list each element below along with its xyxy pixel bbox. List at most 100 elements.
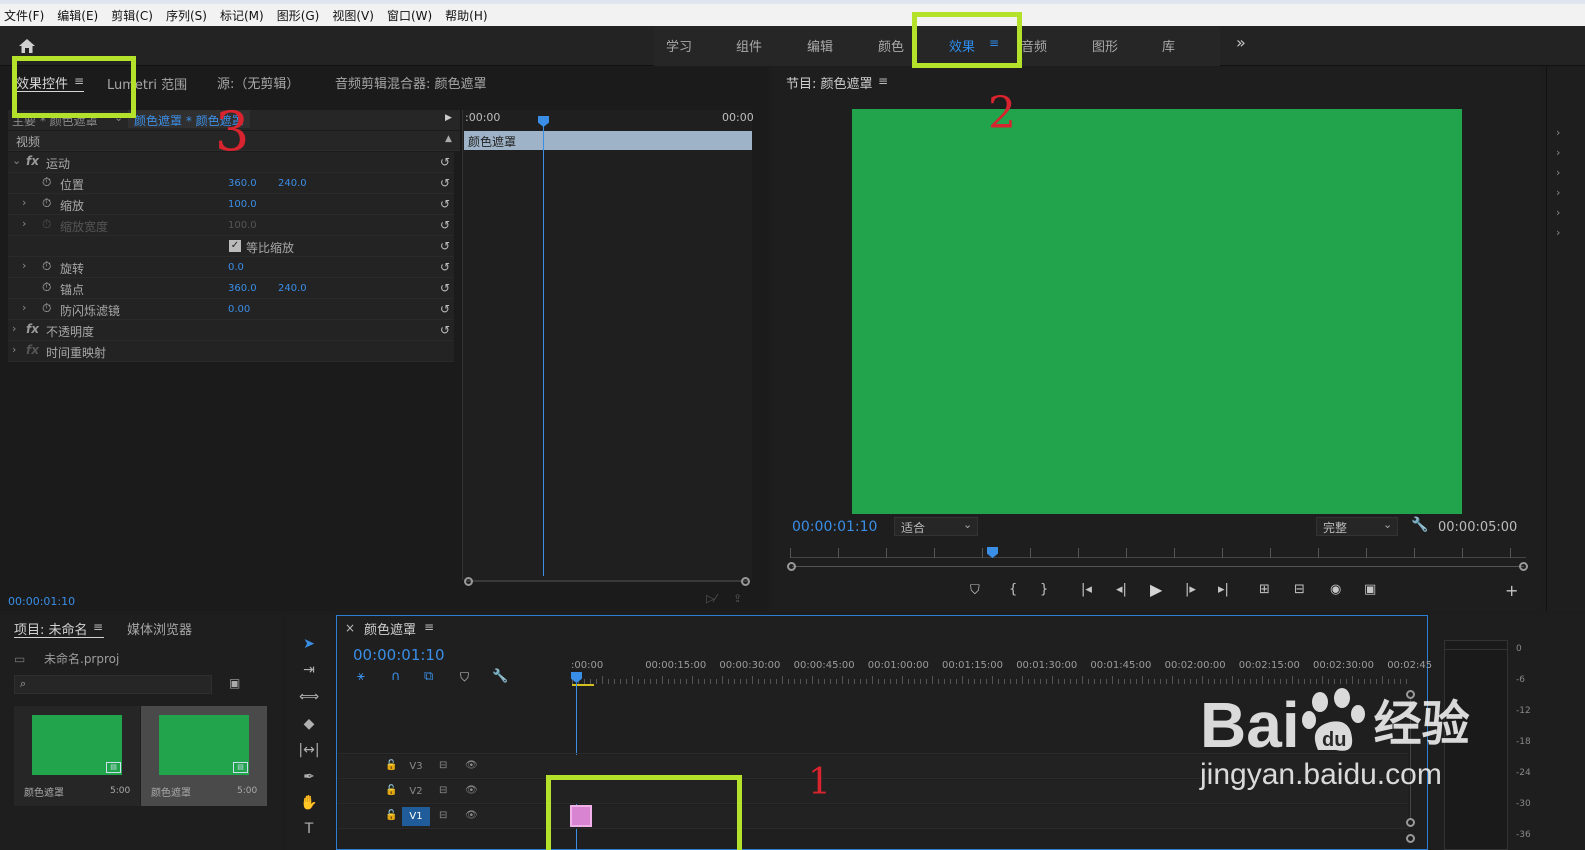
tab-workspace[interactable]: 颜色 (878, 36, 904, 55)
tab-workspace[interactable]: 图形 (1092, 36, 1118, 55)
menu-item[interactable]: 窗口(W) (387, 7, 432, 24)
stopwatch-icon[interactable]: ⏱ (42, 259, 51, 274)
reset-icon[interactable]: ↺ (440, 176, 450, 190)
effect-property-row[interactable]: › fx 不透明度 ↺ (8, 320, 454, 341)
tab-workspace[interactable]: 组件 (736, 36, 762, 55)
step-back-icon[interactable]: ◂| (1116, 582, 1127, 597)
property-value[interactable]: 360.0 (228, 283, 257, 294)
menu-item[interactable]: 帮助(H) (445, 7, 487, 24)
chevron-right-icon[interactable]: › (22, 259, 26, 272)
program-timecode[interactable]: 00:00:01:10 (792, 519, 877, 535)
tab-source[interactable]: 源:（无剪辑） (217, 73, 299, 92)
sync-lock-icon[interactable]: ⊟ (439, 785, 447, 796)
timeline-timecode[interactable]: 00:00:01:10 (353, 646, 445, 664)
collapse-icon[interactable]: ▲ (445, 134, 452, 144)
chevron-right-icon[interactable]: › (1556, 166, 1560, 179)
add-button-icon[interactable]: + (1505, 581, 1518, 600)
video-track[interactable]: 🔓 V1 ⊟ 👁 (338, 805, 1408, 829)
stopwatch-icon[interactable]: ⏱ (42, 301, 51, 316)
zoom-handle-left[interactable] (464, 577, 473, 586)
wrench-icon[interactable]: 🔧 (492, 669, 508, 684)
lock-icon[interactable]: 🔓 (385, 785, 397, 796)
sync-lock-icon[interactable]: ⊟ (439, 760, 447, 771)
menu-item[interactable]: 序列(S) (166, 7, 207, 24)
program-title[interactable]: 节目: 颜色遮罩 (786, 73, 873, 92)
effect-property-row[interactable]: ⏱ 锚点 360.0 240.0 ↺ (8, 278, 454, 299)
project-search-input[interactable]: ⌕ (14, 675, 212, 694)
property-value-2[interactable]: 240.0 (278, 283, 307, 294)
tab-workspace[interactable]: 编辑 (807, 36, 833, 55)
tab-audio-mixer[interactable]: 音频剪辑混合器: 颜色遮罩 (335, 73, 487, 92)
chevron-down-icon[interactable]: ⌄ (12, 154, 21, 167)
extract-icon[interactable]: ⊟ (1294, 582, 1305, 597)
linked-selection-icon[interactable]: ⧉ (424, 669, 433, 684)
compare-icon[interactable]: ▣ (1364, 582, 1376, 597)
reset-icon[interactable]: ↺ (440, 260, 450, 274)
track-select-tool-icon[interactable]: ⇥ (298, 659, 320, 681)
timeline-title[interactable]: 颜色遮罩 (364, 619, 416, 638)
stopwatch-icon[interactable]: ⏱ (42, 175, 51, 190)
chevron-right-icon[interactable]: › (12, 322, 16, 335)
track-target[interactable]: V3 (402, 757, 430, 776)
go-to-out-icon[interactable]: ▸| (1218, 582, 1229, 597)
menu-item[interactable]: 标记(M) (220, 7, 264, 24)
go-to-in-icon[interactable]: |◂ (1081, 582, 1092, 597)
more-workspaces-button[interactable]: » (1236, 33, 1246, 52)
reset-icon[interactable]: ↺ (440, 302, 450, 316)
chevron-right-icon[interactable]: › (1556, 186, 1560, 199)
quality-dropdown[interactable]: 完整 ⌄ (1316, 517, 1398, 536)
chevron-right-icon[interactable]: › (1556, 126, 1560, 139)
effect-property-row[interactable]: › ⏱ 缩放宽度 100.0 ↺ (8, 215, 454, 236)
reset-icon[interactable]: ↺ (440, 281, 450, 295)
reset-icon[interactable]: ↺ (440, 239, 450, 253)
chevron-right-icon[interactable]: › (22, 217, 26, 230)
ec-timecode[interactable]: 00:00:01:10 (8, 595, 75, 608)
reset-icon[interactable]: ↺ (440, 155, 450, 169)
menu-item[interactable]: 视图(V) (332, 7, 374, 24)
panel-menu-icon[interactable]: ≡ (93, 620, 103, 634)
sync-lock-icon[interactable]: ⊟ (439, 810, 447, 821)
effect-property-row[interactable]: ⏱ 位置 360.0 240.0 ↺ (8, 173, 454, 194)
scroll-handle-bottom[interactable] (1406, 818, 1415, 827)
filter-icon[interactable]: ▷⁄ (706, 592, 716, 605)
step-forward-icon[interactable]: |▸ (1185, 582, 1196, 597)
effect-property-row[interactable]: › ⏱ 防闪烁滤镜 0.00 ↺ (8, 299, 454, 320)
chevron-right-icon[interactable]: › (1556, 146, 1560, 159)
fx-icon[interactable]: fx (26, 343, 39, 357)
effect-property-row[interactable]: ✓ 等比缩放 ↺ (8, 236, 454, 257)
add-marker-icon[interactable]: ⛉ (970, 583, 980, 598)
lock-icon[interactable]: 🔓 (385, 810, 397, 821)
tab-workspace[interactable]: 库 (1162, 36, 1175, 55)
property-value[interactable]: 0.00 (228, 304, 250, 315)
fx-icon[interactable]: fx (26, 154, 39, 168)
checkbox-icon[interactable]: ✓ (229, 240, 241, 252)
wrench-icon[interactable]: 🔧 (1411, 517, 1428, 533)
export-icon[interactable]: ⇪ (733, 592, 742, 605)
zoom-handle-right[interactable] (1519, 562, 1528, 571)
panel-menu-icon[interactable]: ≡ (424, 620, 434, 634)
property-value[interactable]: 100.0 (228, 199, 257, 210)
eye-icon[interactable]: 👁 (465, 810, 478, 821)
fit-dropdown[interactable]: 适合 ⌄ (894, 517, 978, 536)
lift-icon[interactable]: ⊞ (1259, 582, 1270, 597)
effect-property-row[interactable]: › fx 时间重映射 (8, 341, 454, 362)
stopwatch-icon[interactable]: ⏱ (42, 196, 51, 211)
menu-item[interactable]: 编辑(E) (57, 7, 98, 24)
project-item[interactable]: ▤ 颜色遮罩 5:00 (141, 706, 267, 806)
hand-tool-icon[interactable]: ✋ (298, 792, 320, 814)
menu-item[interactable]: 图形(G) (277, 7, 320, 24)
panel-menu-icon[interactable]: ≡ (878, 74, 888, 88)
add-marker-icon[interactable]: ⛉ (460, 670, 469, 685)
chevron-right-icon[interactable]: › (1556, 206, 1560, 219)
tab-media-browser[interactable]: 媒体浏览器 (127, 619, 192, 638)
ec-zoom-bar[interactable] (466, 580, 748, 582)
program-zoom-bar[interactable] (792, 566, 1524, 567)
chevron-right-icon[interactable]: › (22, 196, 26, 209)
timeline-ruler-ticks[interactable] (572, 676, 1410, 684)
track-target[interactable]: V2 (402, 782, 430, 801)
play-icon[interactable]: ▶ (1150, 580, 1162, 599)
close-icon[interactable]: × (345, 621, 355, 635)
property-value[interactable]: 100.0 (228, 220, 257, 231)
project-item[interactable]: ▤ 颜色遮罩 5:00 (14, 706, 140, 806)
camera-icon[interactable]: ◉ (1330, 582, 1341, 597)
